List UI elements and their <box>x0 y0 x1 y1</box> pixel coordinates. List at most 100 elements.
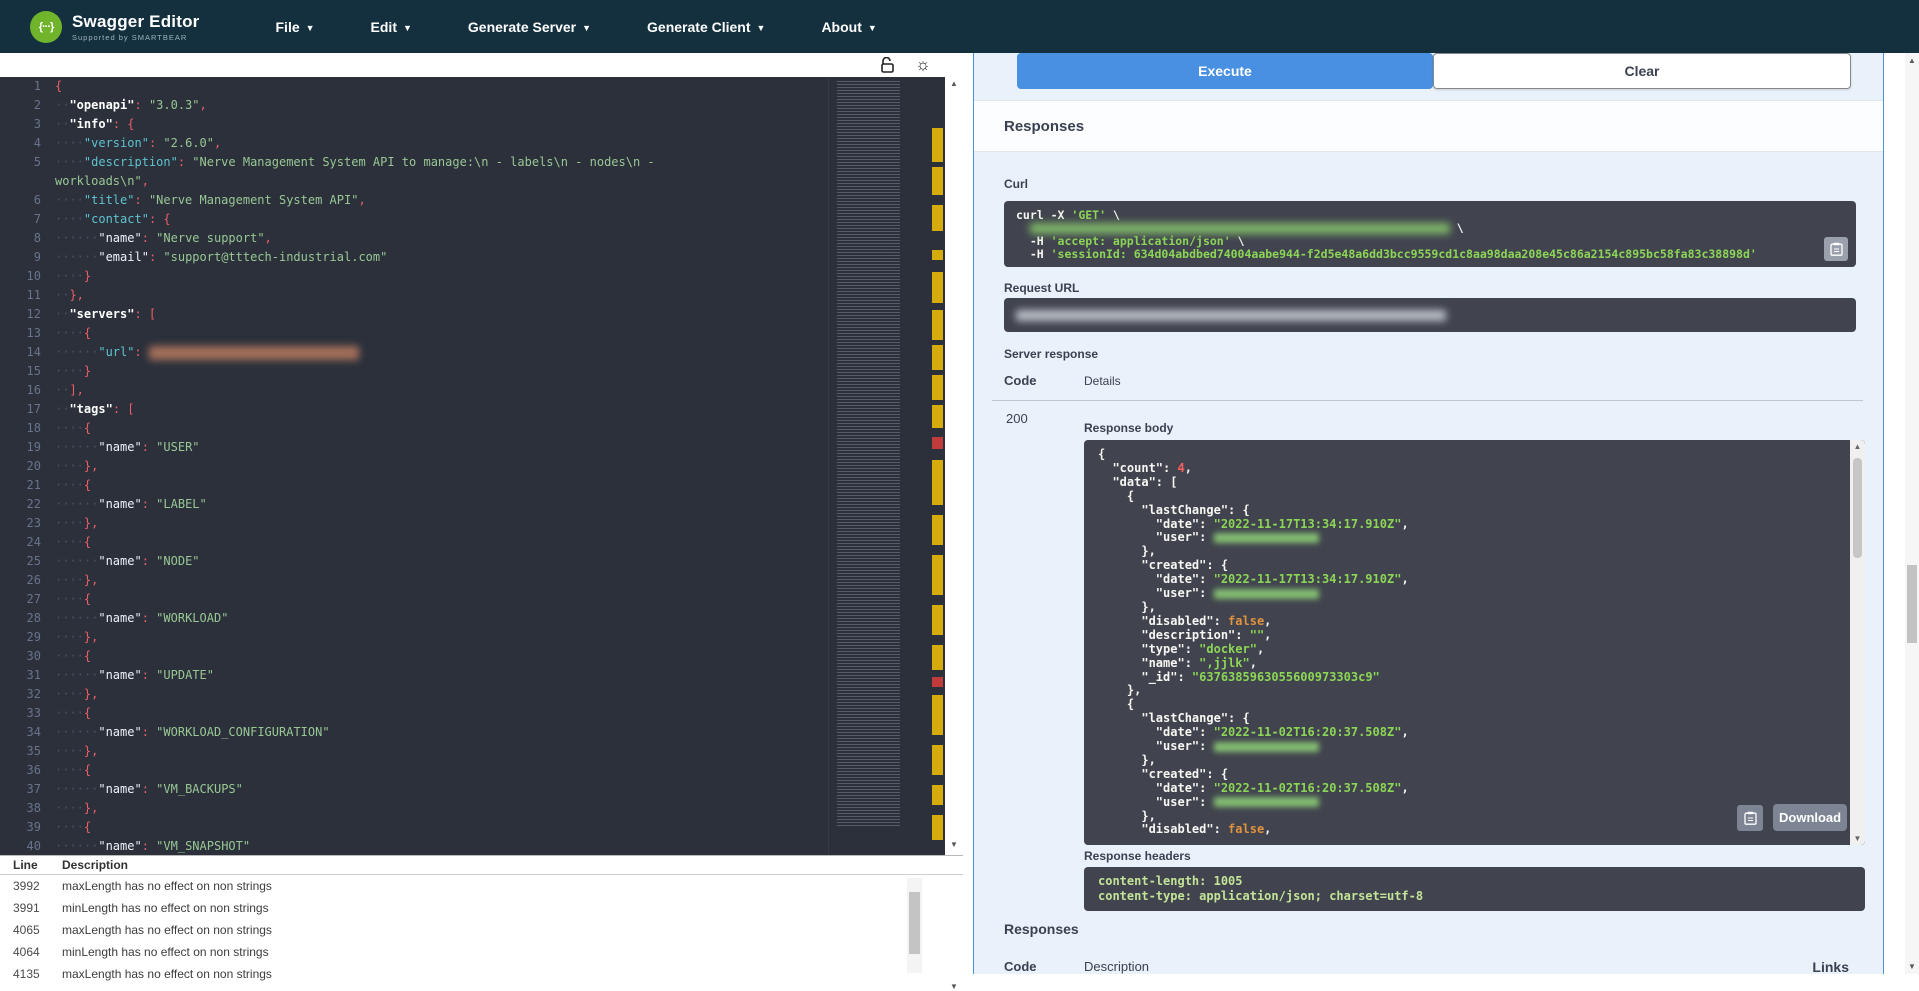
code-line[interactable]: 14 ······"url": <box>0 343 828 362</box>
code-line[interactable]: 38 ····}, <box>0 799 828 818</box>
code-line[interactable]: 33 ····{ <box>0 704 828 723</box>
code-line[interactable]: 40 ······"name": "VM_SNAPSHOT" <box>0 837 828 855</box>
validation-scrollbar[interactable] <box>907 878 922 973</box>
response-body-line: "date": "2022-11-17T13:34:17.910Z", <box>1098 572 1409 587</box>
line-number <box>0 172 55 191</box>
code-line[interactable]: 32 ····}, <box>0 685 828 704</box>
response-scroll-thumb[interactable] <box>1853 458 1862 558</box>
code-line[interactable]: 3 ··"info": { <box>0 115 828 134</box>
error-line-number: 4065 <box>13 923 40 937</box>
code-line[interactable]: 1{ <box>0 77 828 96</box>
code-line[interactable]: 25 ······"name": "NODE" <box>0 552 828 571</box>
code-line[interactable]: 15 ····} <box>0 362 828 381</box>
download-button[interactable]: Download <box>1773 804 1847 831</box>
warning-mark <box>932 272 943 303</box>
code-line[interactable]: 5 ····"description": "Nerve Management Sy… <box>0 153 828 172</box>
code-line[interactable]: 19 ······"name": "USER" <box>0 438 828 457</box>
editor-scrollbar[interactable]: ▲ ▼ ▼ <box>945 77 963 991</box>
validation-row[interactable]: 4135 maxLength has no effect on non strin… <box>0 963 963 985</box>
code-line[interactable]: 17 ··"tags": [ <box>0 400 828 419</box>
editor-pane: ☼ 1{2 ··"openapi": "3.0.3", 3 ··"info": {4 ·… <box>0 53 973 991</box>
code-text: ····{ <box>55 478 92 492</box>
code-line[interactable]: 21 ····{ <box>0 476 828 495</box>
code-line[interactable]: 24 ····{ <box>0 533 828 552</box>
code-line[interactable]: 30 ····{ <box>0 647 828 666</box>
code-line[interactable]: 34 ······"name": "WORKLOAD_CONFIGURATION" <box>0 723 828 742</box>
response-body-line: "name": ",jjlk", <box>1098 655 1257 670</box>
code-line[interactable]: 2 ··"openapi": "3.0.3", <box>0 96 828 115</box>
code-line[interactable]: 20 ····}, <box>0 457 828 476</box>
scroll-down-icon[interactable]: ▼ <box>945 840 963 849</box>
editor-minimap[interactable] <box>828 77 931 855</box>
menu-edit[interactable]: Edit ▼ <box>343 9 440 45</box>
copy-response-icon[interactable] <box>1737 805 1763 831</box>
response-body-block[interactable]: { "count": 4, "data": [ { "lastChange": … <box>1084 440 1865 845</box>
code-line[interactable]: 26 ····}, <box>0 571 828 590</box>
code-line[interactable]: 9 ······"email": "support@tttech-industri… <box>0 248 828 267</box>
validation-row[interactable]: 4065 maxLength has no effect on non strin… <box>0 919 963 941</box>
response-scroll-down-icon[interactable]: ▼ <box>1850 834 1865 843</box>
code-line[interactable]: 39 ····{ <box>0 818 828 837</box>
code-line[interactable]: 12 ··"servers": [ <box>0 305 828 324</box>
page-scroll-down-icon[interactable]: ▼ <box>1905 962 1919 971</box>
code-line[interactable]: 7 ····"contact": { <box>0 210 828 229</box>
response-body-line: }, <box>1098 599 1156 614</box>
curl-command-block[interactable]: curl -X 'GET' \ \ -H 'accept: applicatio… <box>1004 201 1856 267</box>
scroll-up-icon[interactable]: ▲ <box>945 79 963 88</box>
validation-panel: Line Description 3992 maxLength has no ef… <box>0 855 963 981</box>
curl-line: \ <box>1016 222 1844 235</box>
details-column-header: Details <box>1084 374 1121 388</box>
code-line[interactable]: 28 ······"name": "WORKLOAD" <box>0 609 828 628</box>
code-line[interactable]: 6 ····"title": "Nerve Management System A… <box>0 191 828 210</box>
code-line[interactable]: 37 ······"name": "VM_BACKUPS" <box>0 780 828 799</box>
page-scroll-up-icon[interactable]: ▲ <box>1905 56 1919 65</box>
validation-row[interactable]: 3991 minLength has no effect on non strin… <box>0 897 963 919</box>
menu-about[interactable]: About ▼ <box>793 9 904 45</box>
code-text: ··}, <box>55 288 84 302</box>
validation-scroll-thumb[interactable] <box>909 892 920 954</box>
warning-mark <box>932 405 943 428</box>
code-line[interactable]: 22 ······"name": "LABEL" <box>0 495 828 514</box>
code-text: ··"servers": [ <box>55 307 157 321</box>
menu-generate-client[interactable]: Generate Client ▼ <box>619 9 793 45</box>
redacted-value <box>148 345 359 360</box>
response-body-line: "date": "2022-11-02T16:20:37.508Z", <box>1098 780 1409 795</box>
clear-button[interactable]: Clear <box>1433 53 1851 89</box>
code-editor[interactable]: 1{2 ··"openapi": "3.0.3", 3 ··"info": {4 ···… <box>0 77 945 855</box>
code-line[interactable]: workloads\n", <box>0 172 828 191</box>
code-line[interactable]: 16 ··], <box>0 381 828 400</box>
code-line[interactable]: 13 ····{ <box>0 324 828 343</box>
code-line[interactable]: 11 ··}, <box>0 286 828 305</box>
code-line[interactable]: 36 ····{ <box>0 761 828 780</box>
code-line[interactable]: 23 ····}, <box>0 514 828 533</box>
code-text: ······"name": "WORKLOAD_CONFIGURATION" <box>55 725 330 739</box>
code-line[interactable]: 4 ····"version": "2.6.0", <box>0 134 828 153</box>
code-line[interactable]: 35 ····}, <box>0 742 828 761</box>
unlock-icon[interactable] <box>877 55 897 75</box>
code-line[interactable]: 27 ····{ <box>0 590 828 609</box>
line-number: 24 <box>26 535 41 549</box>
response-scroll-up-icon[interactable]: ▲ <box>1850 442 1865 451</box>
code-text: ····"title": "Nerve Management System AP… <box>55 193 366 207</box>
code-line[interactable]: 8 ······"name": "Nerve support", <box>0 229 828 248</box>
theme-brightness-icon[interactable]: ☼ <box>913 55 933 75</box>
code-line[interactable]: 31 ······"name": "UPDATE" <box>0 666 828 685</box>
response-body-scrollbar[interactable]: ▲ ▼ <box>1850 440 1865 845</box>
response-body-line: }, <box>1098 683 1142 698</box>
code-line[interactable]: 18 ····{ <box>0 419 828 438</box>
chevron-down-icon: ▼ <box>305 22 315 33</box>
code-line[interactable]: 29 ····}, <box>0 628 828 647</box>
menu-file[interactable]: File ▼ <box>248 9 343 45</box>
code-line[interactable]: 10 ····} <box>0 267 828 286</box>
line-number: 6 <box>33 193 41 207</box>
validation-row[interactable]: 4064 minLength has no effect on non strin… <box>0 941 963 963</box>
copy-curl-icon[interactable] <box>1824 237 1848 261</box>
page-scroll-thumb[interactable] <box>1907 565 1917 643</box>
menu-generate-server[interactable]: Generate Server ▼ <box>440 9 619 45</box>
page-scrollbar[interactable]: ▲ ▼ <box>1905 53 1919 974</box>
execute-button[interactable]: Execute <box>1017 53 1433 89</box>
response-body-label: Response body <box>1084 421 1174 435</box>
code-text: ··"openapi": "3.0.3", <box>55 98 207 112</box>
validation-row[interactable]: 3992 maxLength has no effect on non strin… <box>0 875 963 897</box>
line-number: 34 <box>26 725 41 739</box>
